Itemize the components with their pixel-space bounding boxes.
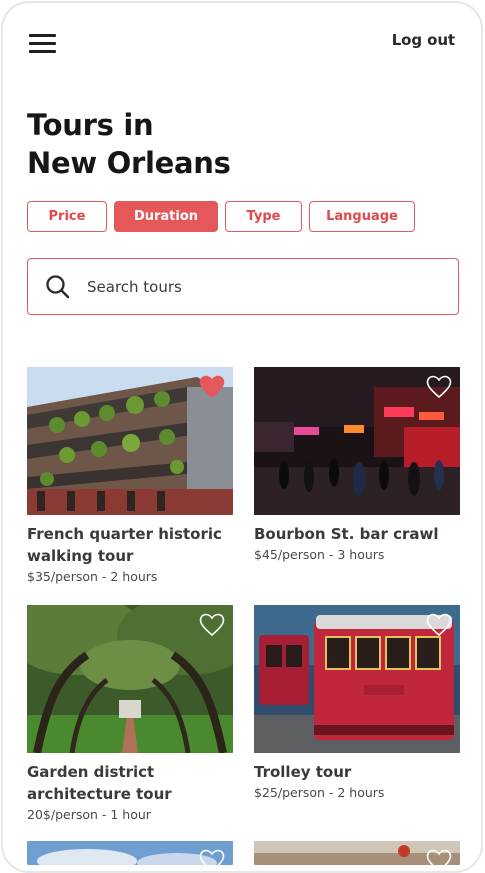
- page-title: Tours in New Orleans: [27, 106, 327, 182]
- filter-chip-language[interactable]: Language: [309, 201, 415, 232]
- tour-card-bourbon-st[interactable]: Bourbon St. bar crawl $45/person - 3 hou…: [254, 367, 460, 564]
- tour-card-garden-district[interactable]: Garden district architecture tour 20$/pe…: [27, 605, 233, 824]
- tour-details: $35/person - 2 hours: [27, 569, 158, 584]
- phone-frame: Log out Tours in New Orleans Price Durat…: [1, 1, 483, 873]
- tour-details: 20$/person - 1 hour: [27, 807, 151, 822]
- tour-title: Bourbon St. bar crawl: [254, 525, 439, 543]
- favorite-heart-icon[interactable]: [199, 849, 225, 865]
- favorite-heart-icon[interactable]: [199, 613, 225, 637]
- page-title-line-2: New Orleans: [27, 146, 231, 180]
- filter-bar: Price Duration Type Language: [27, 201, 415, 232]
- search-box[interactable]: [27, 258, 459, 315]
- tour-image-french-quarter: [27, 367, 233, 515]
- filter-chip-duration[interactable]: Duration: [114, 201, 218, 232]
- tour-image-partial-right: [254, 841, 460, 865]
- favorite-heart-icon[interactable]: [426, 849, 452, 865]
- search-input[interactable]: [87, 277, 427, 296]
- favorite-heart-icon[interactable]: [426, 375, 452, 399]
- logout-button[interactable]: Log out: [392, 31, 455, 49]
- tour-title: French quarter historic walking tour: [27, 525, 222, 565]
- tour-card-trolley[interactable]: Trolley tour $25/person - 2 hours: [254, 605, 460, 802]
- favorite-heart-icon[interactable]: [426, 613, 452, 637]
- favorite-heart-icon[interactable]: [199, 375, 225, 399]
- search-icon: [44, 273, 72, 301]
- filter-chip-type[interactable]: Type: [225, 201, 302, 232]
- tour-image-trolley: [254, 605, 460, 753]
- tour-card-partial-left[interactable]: [27, 841, 233, 865]
- tour-details: $25/person - 2 hours: [254, 785, 385, 800]
- tour-image-partial-left: [27, 841, 233, 865]
- filter-chip-price[interactable]: Price: [27, 201, 107, 232]
- tour-card-partial-right[interactable]: [254, 841, 460, 865]
- hamburger-menu-icon[interactable]: [29, 33, 59, 55]
- tour-details: $45/person - 3 hours: [254, 547, 385, 562]
- tour-title: Garden district architecture tour: [27, 763, 172, 803]
- tour-image-bourbon-st: [254, 367, 460, 515]
- page-title-line-1: Tours in: [27, 108, 154, 142]
- tour-title: Trolley tour: [254, 763, 352, 781]
- tour-image-garden-district: [27, 605, 233, 753]
- tour-card-french-quarter[interactable]: French quarter historic walking tour $35…: [27, 367, 233, 586]
